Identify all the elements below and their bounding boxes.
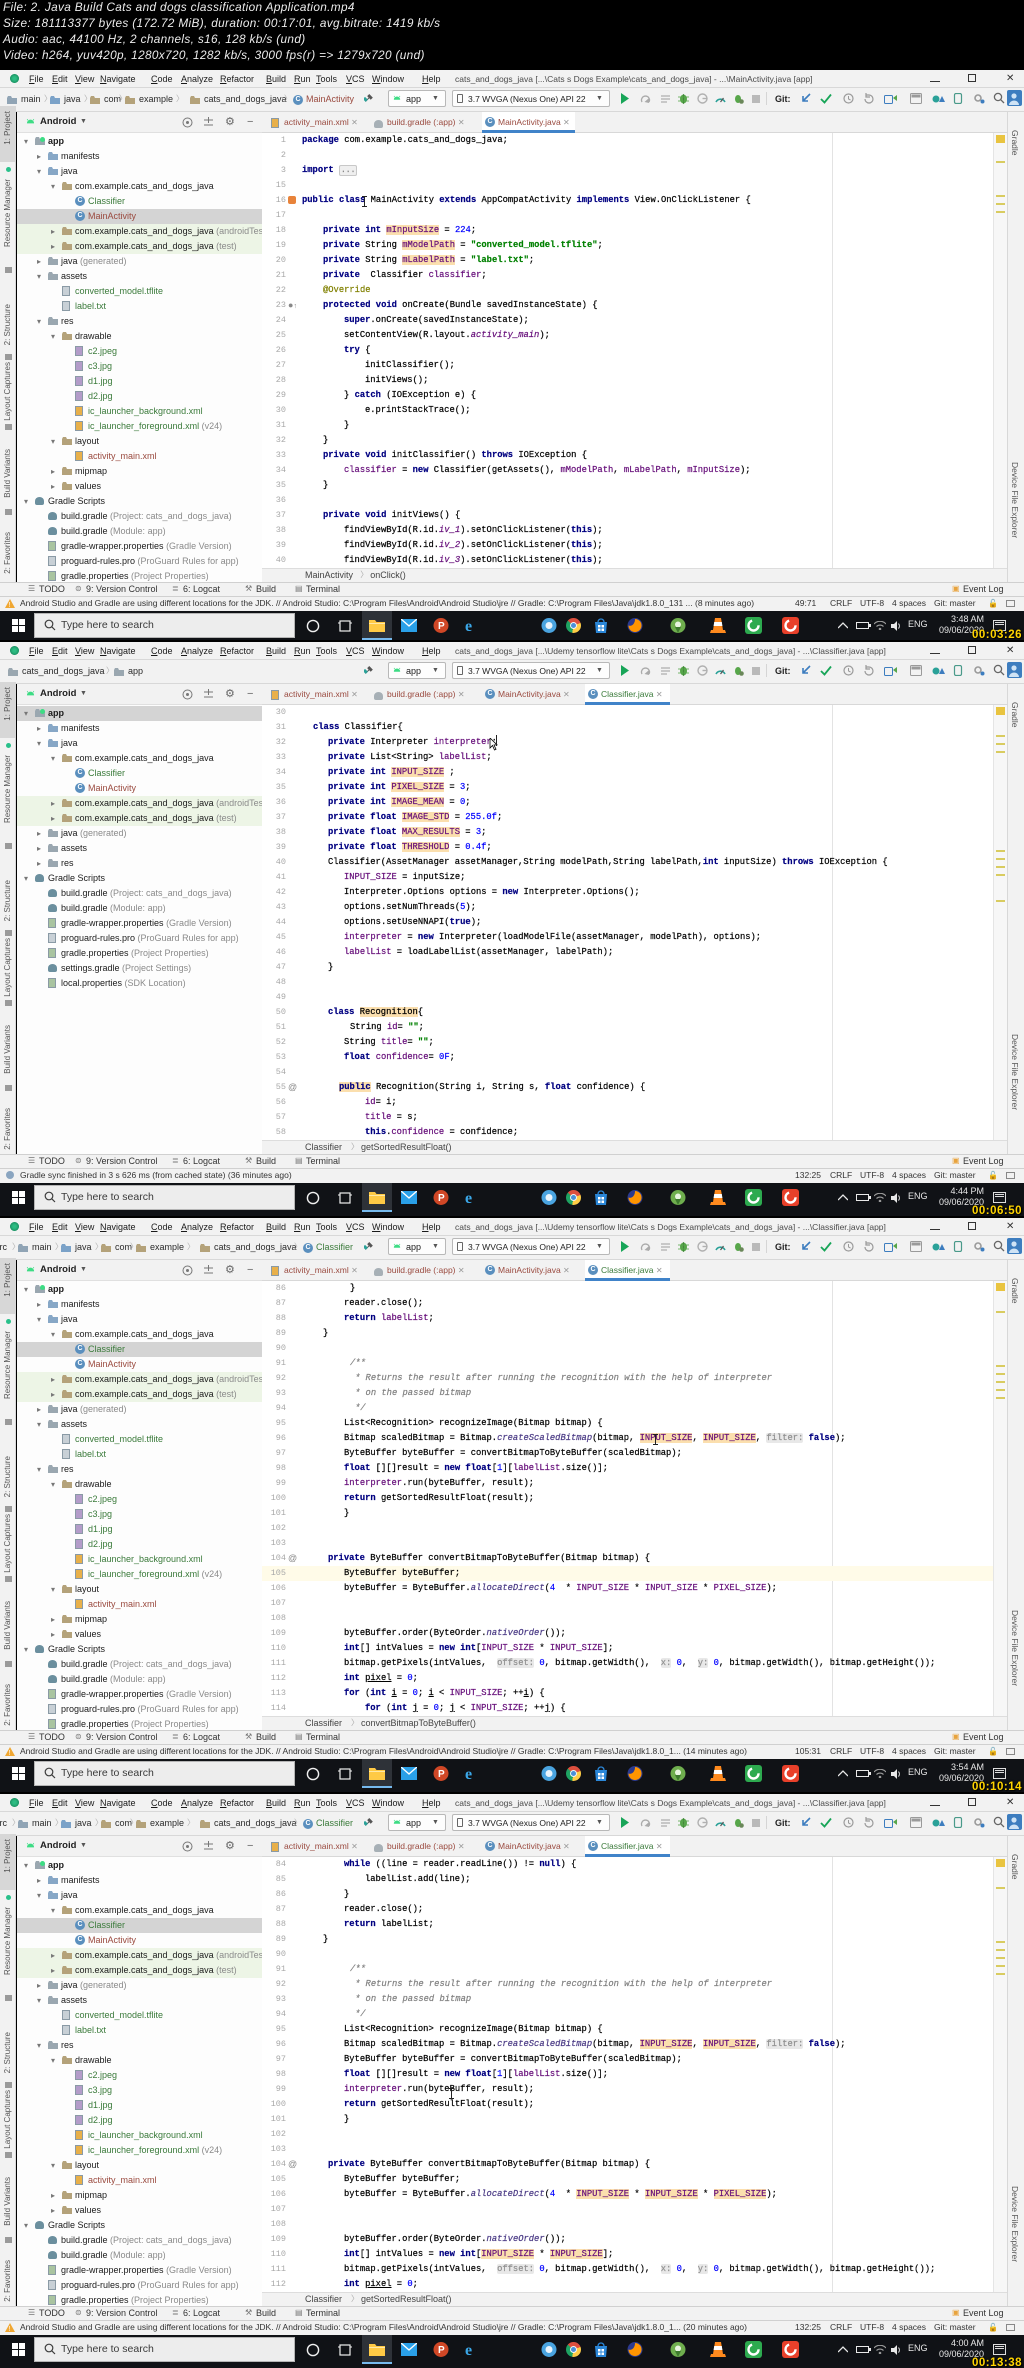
svg-text:e: e: [465, 2342, 472, 2357]
svg-text:!: !: [8, 1750, 10, 1756]
svg-text:P: P: [438, 2345, 445, 2356]
svg-text:e: e: [465, 618, 472, 633]
svg-text:e: e: [465, 1190, 472, 1205]
svg-text:e: e: [465, 1766, 472, 1781]
svg-text:P: P: [438, 1769, 445, 1780]
svg-text:P: P: [438, 1193, 445, 1204]
svg-text:!: !: [8, 602, 10, 608]
svg-text:P: P: [438, 621, 445, 632]
svg-text:!: !: [8, 2326, 10, 2332]
